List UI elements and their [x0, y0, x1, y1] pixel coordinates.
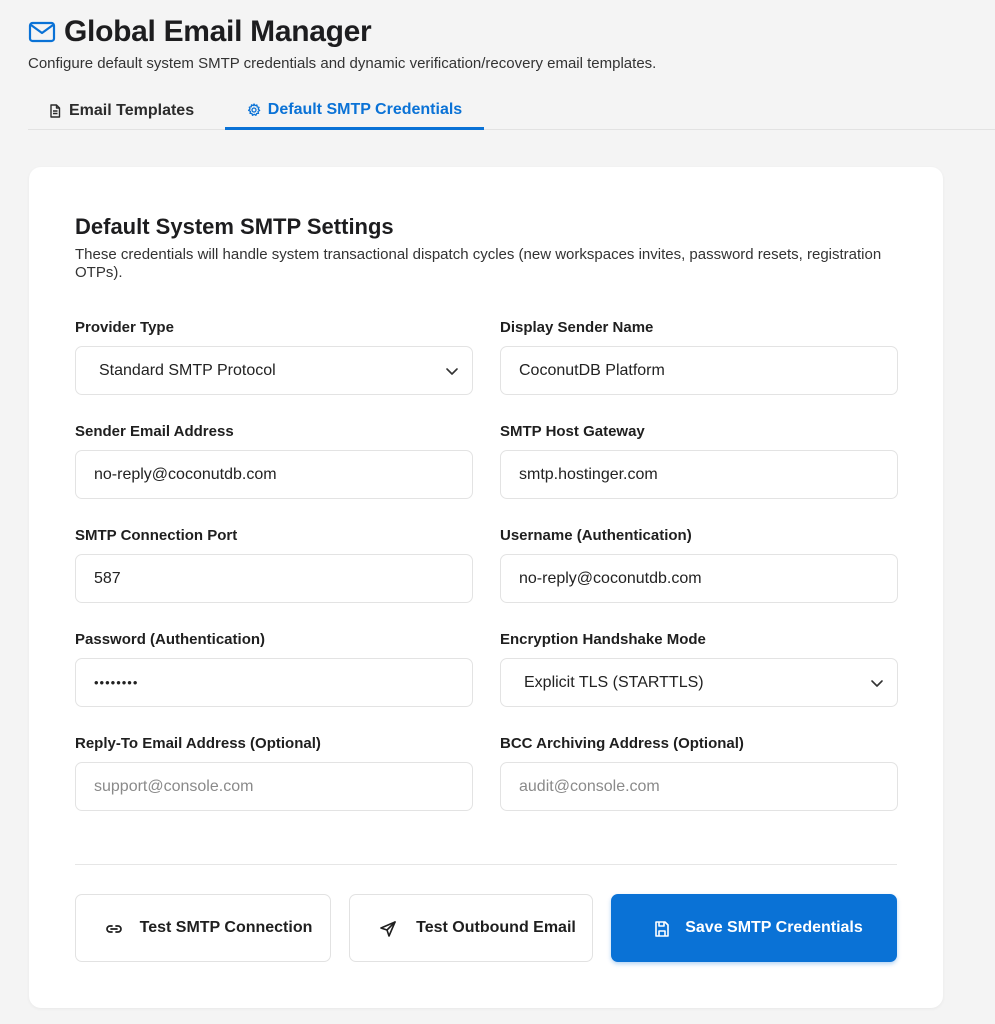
link-icon — [106, 925, 122, 933]
page-header: Global Email Manager — [28, 14, 995, 50]
provider-type-label: Provider Type — [75, 319, 174, 336]
tab-label: Default SMTP Credentials — [267, 101, 463, 118]
tab-default-smtp-credentials[interactable]: Default SMTP Credentials — [225, 93, 484, 130]
password-mask: •••••••• — [94, 675, 139, 690]
username-label: Username (Authentication) — [500, 527, 692, 544]
card-description: These credentials will handle system tra… — [75, 246, 882, 281]
bcc-input[interactable] — [500, 762, 898, 811]
password-label: Password (Authentication) — [75, 631, 266, 648]
sender-email-label: Sender Email Address — [75, 423, 234, 440]
save-smtp-credentials-button[interactable]: Save SMTP Credentials — [611, 894, 897, 962]
reply-to-field: Reply-To Email Address (Optional) — [75, 735, 473, 811]
username-input[interactable] — [500, 554, 898, 603]
smtp-host-field: SMTP Host Gateway — [500, 423, 898, 499]
provider-type-value: Standard SMTP Protocol — [99, 361, 276, 379]
bcc-field: BCC Archiving Address (Optional) — [500, 735, 898, 811]
encryption-value: Explicit TLS (STARTTLS) — [524, 673, 704, 691]
button-label: Save SMTP Credentials — [685, 919, 863, 936]
password-field: Password (Authentication) •••••••• — [75, 631, 473, 707]
test-smtp-connection-button[interactable]: Test SMTP Connection — [75, 894, 331, 962]
encryption-select[interactable]: Explicit TLS (STARTTLS) — [500, 658, 898, 707]
button-label: Test Outbound Email — [416, 919, 576, 936]
save-icon — [655, 921, 669, 937]
chevron-down-icon — [871, 679, 883, 687]
display-sender-name-field: Display Sender Name — [500, 319, 898, 395]
encryption-label: Encryption Handshake Mode — [500, 631, 706, 648]
smtp-host-input[interactable] — [500, 450, 898, 499]
display-sender-name-input[interactable] — [500, 346, 898, 395]
mail-icon — [28, 21, 56, 43]
bcc-label: BCC Archiving Address (Optional) — [500, 735, 744, 752]
test-outbound-email-button[interactable]: Test Outbound Email — [349, 894, 593, 962]
password-input[interactable]: •••••••• — [75, 658, 473, 707]
reply-to-input[interactable] — [75, 762, 473, 811]
smtp-settings-card: Default System SMTP Settings These crede… — [29, 167, 943, 1008]
sender-email-field: Sender Email Address — [75, 423, 473, 499]
document-icon — [50, 104, 61, 118]
username-field: Username (Authentication) — [500, 527, 898, 603]
send-icon — [380, 921, 396, 937]
display-sender-name-label: Display Sender Name — [500, 319, 654, 336]
divider — [75, 864, 897, 865]
chevron-down-icon — [446, 367, 458, 375]
button-label: Test SMTP Connection — [139, 919, 313, 936]
smtp-host-label: SMTP Host Gateway — [500, 423, 645, 440]
page-subtitle: Configure default system SMTP credential… — [28, 55, 657, 72]
provider-type-select[interactable]: Standard SMTP Protocol — [75, 346, 473, 395]
tab-label: Email Templates — [69, 102, 195, 119]
smtp-port-field: SMTP Connection Port — [75, 527, 473, 603]
smtp-port-input[interactable] — [75, 554, 473, 603]
gear-icon — [247, 103, 261, 116]
smtp-port-label: SMTP Connection Port — [75, 527, 238, 544]
reply-to-label: Reply-To Email Address (Optional) — [75, 735, 321, 752]
page-title: Global Email Manager — [64, 15, 372, 48]
encryption-field: Encryption Handshake Mode Explicit TLS (… — [500, 631, 898, 707]
card-title: Default System SMTP Settings — [75, 214, 394, 239]
provider-type-field: Provider Type Standard SMTP Protocol — [75, 319, 473, 395]
tab-email-templates[interactable]: Email Templates — [48, 93, 194, 129]
sender-email-input[interactable] — [75, 450, 473, 499]
tab-bar: Email Templates Default SMTP Credentials — [28, 93, 995, 130]
